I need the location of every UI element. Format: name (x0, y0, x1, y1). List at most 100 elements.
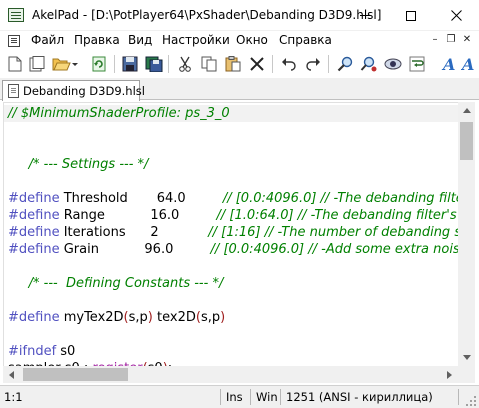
font-button[interactable]: A (438, 53, 460, 75)
font-italic-icon: A (461, 56, 474, 72)
maximize-icon (406, 10, 416, 21)
reopen-button[interactable] (88, 53, 110, 75)
menu-window[interactable]: Окно (236, 33, 268, 47)
code-editor[interactable]: // $MinimumShaderProfile: ps_3_0 /* --- … (3, 102, 458, 366)
copy-button[interactable] (198, 53, 220, 75)
code-line[interactable]: #define Threshold 64.0 // [0.0:4096.0] /… (8, 190, 458, 207)
new-file-button[interactable] (4, 53, 26, 75)
notepad-icon (8, 8, 24, 22)
close-icon (450, 10, 462, 21)
code-line[interactable]: #define Grain 96.0 // [0.0:4096.0] // -A… (8, 241, 458, 258)
vertical-scrollbar[interactable] (458, 102, 475, 366)
toolbar-separator (168, 55, 169, 73)
scrollbar-corner (458, 366, 475, 383)
status-separator (220, 389, 221, 405)
code-line[interactable]: /* --- Defining Constants --- */ (8, 275, 224, 292)
code-token: #ifndef (8, 344, 57, 359)
goto-button[interactable] (382, 53, 404, 75)
menu-settings[interactable]: Настройки (162, 33, 230, 47)
code-token: s,p (200, 310, 221, 325)
delete-icon (250, 57, 264, 71)
vertical-scroll-thumb[interactable] (460, 122, 473, 160)
code-token: #define (8, 191, 60, 206)
find-button[interactable] (334, 53, 356, 75)
chevron-left-icon (9, 370, 14, 379)
status-separator (458, 389, 459, 405)
menu-edit[interactable]: Правка (74, 33, 120, 47)
horizontal-scrollbar[interactable] (3, 366, 458, 383)
find-replace-button[interactable] (358, 53, 380, 75)
close-button[interactable] (433, 0, 479, 31)
paste-icon (225, 56, 241, 72)
open-button[interactable] (50, 53, 80, 75)
save-button[interactable] (119, 53, 141, 75)
code-token: /* --- Defining Constants --- */ (8, 276, 224, 291)
toolbar: A A (0, 50, 479, 78)
toolbar-separator (272, 55, 273, 73)
code-token: Iterations 2 (59, 225, 209, 240)
code-line[interactable]: /* --- Settings --- */ (8, 156, 149, 173)
tab-label: Debanding D3D9.hlsl (23, 84, 145, 98)
code-line[interactable]: #define myTex2D(s,p) tex2D(s,p) (8, 309, 225, 326)
toolbar-separator (328, 55, 329, 73)
code-line[interactable]: #define Iterations 2 // [1:16] // -The n… (8, 224, 458, 241)
mdi-restore-button[interactable]: ❐ (444, 33, 458, 47)
code-token: ) (220, 310, 226, 325)
document-icon (8, 84, 19, 98)
scroll-left-button[interactable] (3, 366, 20, 383)
code-line[interactable]: #define Range 16.0 // [1.0:64.0] // -The… (8, 207, 458, 224)
new-file-copy-button[interactable] (26, 53, 48, 75)
code-token: Threshold 64.0 (59, 191, 223, 206)
chevron-down-icon (462, 355, 471, 360)
encoding[interactable]: 1251 (ANSI - кириллица) (286, 390, 433, 404)
menu-file[interactable]: Файл (31, 33, 64, 47)
mdi-close-button[interactable]: ✕ (460, 33, 474, 47)
maximize-button[interactable] (388, 0, 434, 31)
new-file-icon (8, 56, 22, 72)
goto-icon (384, 58, 402, 70)
redo-button[interactable] (302, 53, 324, 75)
resize-grip-icon[interactable] (466, 396, 476, 406)
cut-button[interactable] (174, 53, 196, 75)
save-icon (122, 56, 138, 72)
insert-mode[interactable]: Ins (226, 390, 243, 404)
undo-icon (282, 58, 296, 71)
status-separator (280, 389, 281, 405)
scroll-down-button[interactable] (458, 349, 475, 366)
horizontal-scroll-thumb[interactable] (23, 368, 128, 381)
title-bar[interactable]: AkelPad - [D:\PotPlayer64\PxShader\Deban… (0, 0, 479, 31)
code-token: s,p (128, 310, 148, 325)
word-wrap-button[interactable] (406, 53, 428, 75)
menu-help[interactable]: Справка (279, 33, 332, 47)
scroll-right-button[interactable] (441, 366, 458, 383)
code-token: #define (8, 242, 60, 257)
mdi-minimize-button[interactable]: – (428, 33, 442, 47)
svg-text:A: A (441, 56, 455, 72)
save-all-button[interactable] (143, 53, 165, 75)
document-menu-icon[interactable] (8, 35, 20, 47)
menu-view[interactable]: Вид (128, 33, 152, 47)
menu-bar: Файл Правка Вид Настройки Окно Справка –… (0, 31, 479, 50)
copy-icon (201, 56, 217, 72)
minimize-icon (360, 15, 370, 16)
scroll-up-button[interactable] (458, 102, 475, 119)
minimize-button[interactable] (342, 0, 388, 31)
code-token: #define (8, 208, 60, 223)
undo-button[interactable] (278, 53, 300, 75)
tab-debanding-file[interactable]: Debanding D3D9.hlsl (2, 80, 145, 101)
newline-format[interactable]: Win (256, 390, 278, 404)
code-token: // [1.0:64.0] // -The debanding filter's… (216, 208, 457, 223)
delete-button[interactable] (246, 53, 268, 75)
code-line[interactable]: #ifndef s0 (8, 343, 75, 360)
code-token: #define (8, 310, 60, 325)
find-replace-icon (360, 56, 377, 72)
word-wrap-icon (409, 56, 425, 72)
font-italic-button[interactable]: A (460, 53, 478, 75)
code-token: myTex2D (59, 310, 124, 325)
svg-text:A: A (461, 56, 474, 72)
chevron-right-icon (447, 370, 452, 379)
code-line[interactable]: // $MinimumShaderProfile: ps_3_0 (8, 105, 230, 122)
chevron-up-icon (462, 108, 471, 113)
paste-button[interactable] (222, 53, 244, 75)
code-token: #define (8, 225, 60, 240)
